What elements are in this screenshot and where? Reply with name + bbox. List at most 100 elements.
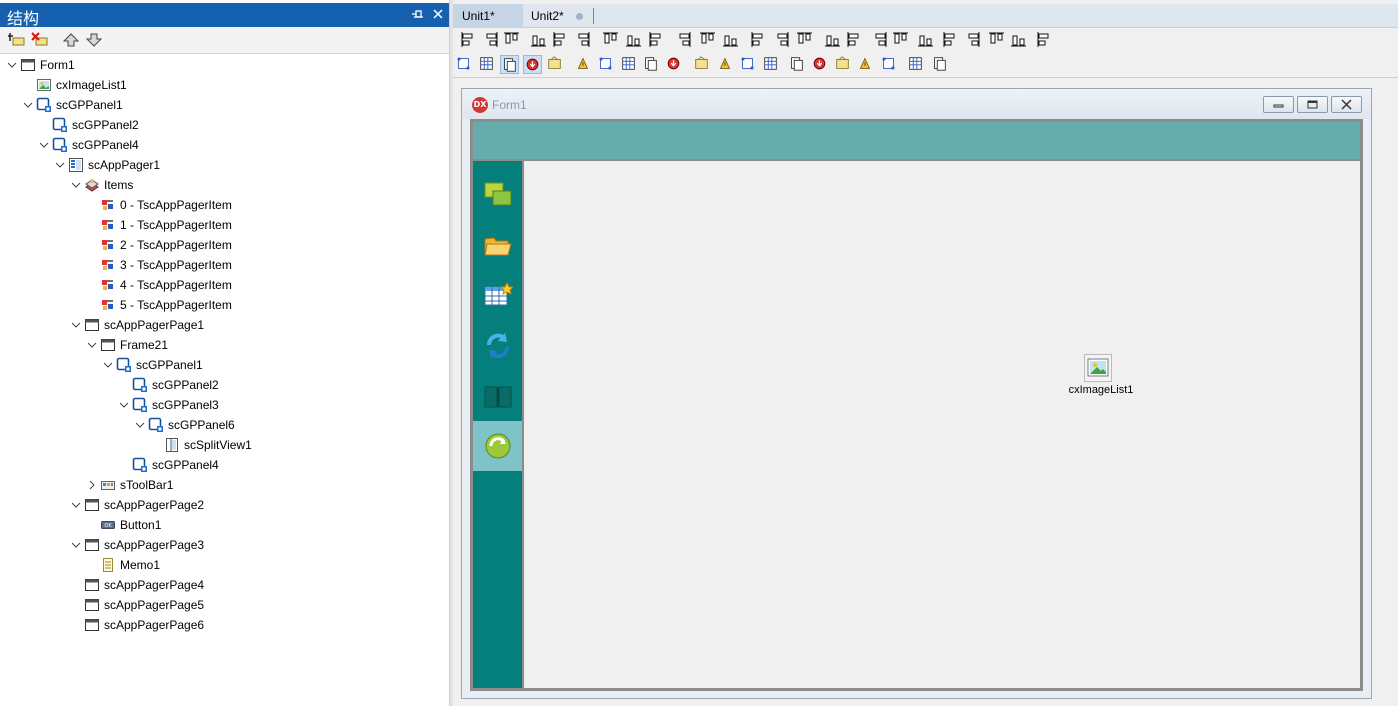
tree-node[interactable]: 3 - TscAppPagerItem — [0, 255, 449, 275]
align-toolbar-button[interactable] — [795, 30, 814, 49]
tree-node[interactable]: scGPPanel1 — [0, 355, 449, 375]
component-toolbar-button[interactable] — [907, 55, 926, 74]
tree-node[interactable]: scAppPager1 — [0, 155, 449, 175]
align-toolbar-button[interactable] — [481, 30, 500, 49]
chevron-down-icon[interactable] — [102, 359, 114, 371]
arrow-down-icon[interactable] — [85, 32, 103, 48]
align-toolbar-button[interactable] — [502, 30, 521, 49]
align-toolbar-button[interactable] — [1035, 30, 1054, 49]
tree-node[interactable]: 1 - TscAppPagerItem — [0, 215, 449, 235]
chevron-right-icon[interactable] — [86, 479, 98, 491]
component-toolbar-button[interactable] — [455, 55, 474, 74]
align-toolbar-button[interactable] — [674, 30, 693, 49]
pager-button[interactable] — [473, 321, 522, 371]
minimize-button[interactable] — [1263, 96, 1294, 113]
add-item-icon[interactable] — [8, 32, 26, 48]
pager-button[interactable] — [473, 421, 522, 471]
tree-node[interactable]: scAppPagerPage1 — [0, 315, 449, 335]
tree-node[interactable]: Items — [0, 175, 449, 195]
delete-item-icon[interactable] — [31, 32, 49, 48]
tab-unit2[interactable]: Unit2* — [523, 4, 593, 28]
align-toolbar-button[interactable] — [1009, 30, 1028, 49]
tree-node[interactable]: 5 - TscAppPagerItem — [0, 295, 449, 315]
tree-node[interactable]: scGPPanel4 — [0, 135, 449, 155]
align-toolbar-button[interactable] — [772, 30, 791, 49]
pin-icon[interactable] — [412, 9, 424, 21]
component-toolbar-button[interactable] — [716, 55, 735, 74]
align-toolbar-button[interactable] — [891, 30, 910, 49]
tree-node[interactable]: 2 - TscAppPagerItem — [0, 235, 449, 255]
component-toolbar-button[interactable] — [811, 55, 830, 74]
component-toolbar-button[interactable] — [834, 55, 853, 74]
image-list-component[interactable] — [1084, 354, 1112, 382]
chevron-down-icon[interactable] — [70, 539, 82, 551]
chevron-down-icon[interactable] — [22, 99, 34, 111]
align-toolbar-button[interactable] — [963, 30, 982, 49]
tree-node[interactable]: scGPPanel2 — [0, 375, 449, 395]
tree-node[interactable]: scSplitView1 — [0, 435, 449, 455]
tree-node[interactable]: scGPPanel1 — [0, 95, 449, 115]
component-toolbar-button[interactable] — [500, 55, 519, 74]
tree-node[interactable]: scGPPanel4 — [0, 455, 449, 475]
component-toolbar-button[interactable] — [642, 55, 661, 74]
align-toolbar-button[interactable] — [916, 30, 935, 49]
component-toolbar-button[interactable] — [693, 55, 712, 74]
component-toolbar-button[interactable] — [762, 55, 781, 74]
tree-node[interactable]: Frame21 — [0, 335, 449, 355]
tree-node[interactable]: 0 - TscAppPagerItem — [0, 195, 449, 215]
chevron-down-icon[interactable] — [54, 159, 66, 171]
tree-node[interactable]: scGPPanel3 — [0, 395, 449, 415]
chevron-down-icon[interactable] — [70, 499, 82, 511]
chevron-down-icon[interactable] — [86, 339, 98, 351]
tree-node[interactable]: sToolBar1 — [0, 475, 449, 495]
tree-node[interactable]: scAppPagerPage3 — [0, 535, 449, 555]
tree-node[interactable]: OK Button1 — [0, 515, 449, 535]
tree-node[interactable]: scAppPagerPage4 — [0, 575, 449, 595]
tree-node[interactable]: scAppPagerPage5 — [0, 595, 449, 615]
pager-page[interactable] — [524, 161, 1360, 688]
align-toolbar-button[interactable] — [551, 30, 570, 49]
component-toolbar-button[interactable] — [478, 55, 497, 74]
align-toolbar-button[interactable] — [941, 30, 960, 49]
pager-button[interactable] — [473, 171, 522, 221]
restore-button[interactable] — [1297, 96, 1328, 113]
tab-unit1[interactable]: Unit1* — [453, 4, 523, 28]
chevron-down-icon[interactable] — [70, 179, 82, 191]
component-toolbar-button[interactable] — [931, 55, 950, 74]
component-toolbar-button[interactable] — [856, 55, 875, 74]
chevron-down-icon[interactable] — [38, 139, 50, 151]
tree-node[interactable]: scAppPagerPage6 — [0, 615, 449, 635]
align-toolbar-button[interactable] — [823, 30, 842, 49]
component-toolbar-button[interactable] — [523, 55, 542, 74]
chevron-down-icon[interactable] — [6, 59, 18, 71]
align-toolbar-button[interactable] — [624, 30, 643, 49]
pager-button[interactable] — [473, 271, 522, 321]
component-toolbar-button[interactable] — [739, 55, 758, 74]
align-toolbar-button[interactable] — [698, 30, 717, 49]
tree-node[interactable]: Memo1 — [0, 555, 449, 575]
align-toolbar-button[interactable] — [845, 30, 864, 49]
tree-node[interactable]: scAppPagerPage2 — [0, 495, 449, 515]
align-toolbar-button[interactable] — [987, 30, 1006, 49]
tree-node[interactable]: cxImageList1 — [0, 75, 449, 95]
align-toolbar-button[interactable] — [749, 30, 768, 49]
align-toolbar-button[interactable] — [529, 30, 548, 49]
align-toolbar-button[interactable] — [573, 30, 592, 49]
tree-node[interactable]: scGPPanel6 — [0, 415, 449, 435]
design-form[interactable]: DX Form1 cxImageList1 — [461, 88, 1372, 699]
chevron-down-icon[interactable] — [70, 319, 82, 331]
component-toolbar-button[interactable] — [597, 55, 616, 74]
component-toolbar-button[interactable] — [665, 55, 684, 74]
component-toolbar-button[interactable] — [788, 55, 807, 74]
component-toolbar-button[interactable] — [546, 55, 565, 74]
pager-button[interactable] — [473, 221, 522, 271]
close-button[interactable] — [1331, 96, 1362, 113]
align-toolbar-button[interactable] — [721, 30, 740, 49]
tree-node[interactable]: 4 - TscAppPagerItem — [0, 275, 449, 295]
arrow-up-icon[interactable] — [62, 32, 80, 48]
align-toolbar-button[interactable] — [647, 30, 666, 49]
align-toolbar-button[interactable] — [459, 30, 478, 49]
top-panel[interactable] — [473, 122, 1360, 159]
chevron-down-icon[interactable] — [134, 419, 146, 431]
chevron-down-icon[interactable] — [118, 399, 130, 411]
